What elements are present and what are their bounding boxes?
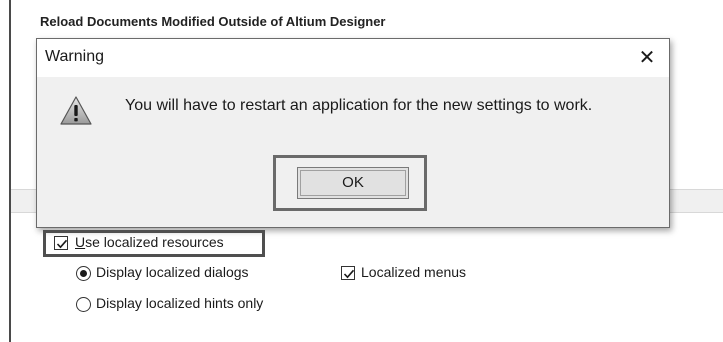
display-localized-dialogs-radio[interactable] [76, 266, 91, 281]
panel-left-border [9, 0, 11, 342]
dialog-titlebar[interactable]: Warning ✕ [37, 39, 669, 77]
display-localized-dialogs-label[interactable]: Display localized dialogs [96, 264, 249, 280]
ok-button-label: OK [342, 174, 364, 191]
localized-menus-checkbox[interactable] [341, 266, 355, 280]
reload-documents-header: Reload Documents Modified Outside of Alt… [40, 14, 386, 29]
use-localized-resources-checkbox[interactable] [54, 236, 68, 250]
preferences-page: Reload Documents Modified Outside of Alt… [0, 0, 723, 342]
dialog-title: Warning [45, 48, 104, 65]
check-icon [343, 269, 355, 279]
display-localized-hints-only-radio[interactable] [76, 297, 91, 312]
check-icon [56, 239, 68, 249]
warning-icon [59, 95, 93, 127]
radio-selected-dot [80, 270, 87, 277]
localized-menus-label[interactable]: Localized menus [361, 264, 466, 280]
use-localized-resources-label[interactable]: Use localized resources [75, 234, 224, 250]
warning-dialog: Warning ✕ You will have to restart an ap… [36, 38, 670, 228]
ok-button[interactable]: OK [297, 167, 409, 199]
display-localized-hints-only-label[interactable]: Display localized hints only [96, 295, 263, 311]
warning-message: You will have to restart an application … [125, 97, 593, 114]
close-button[interactable]: ✕ [625, 39, 669, 77]
close-icon: ✕ [638, 47, 656, 69]
